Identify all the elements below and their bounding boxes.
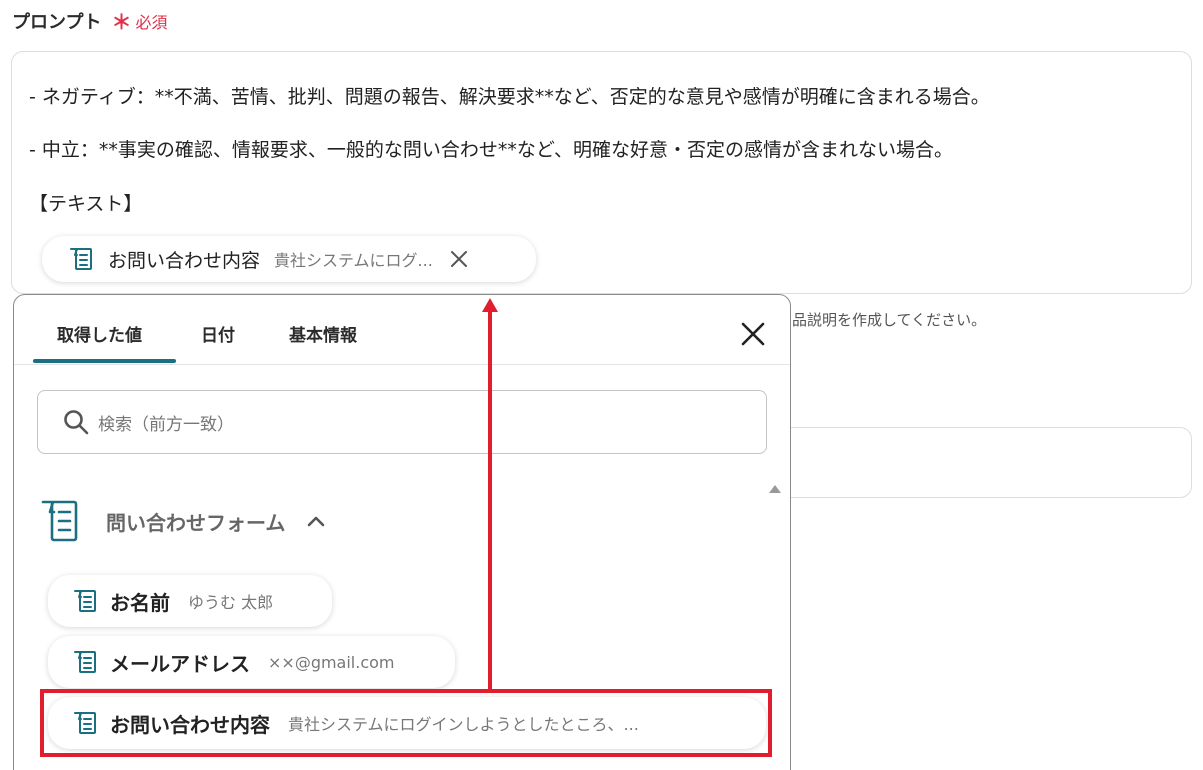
field-hint: 品説明を作成してください。: [792, 311, 987, 329]
chip-title: お問い合わせ内容: [108, 249, 261, 272]
background-input-field[interactable]: [780, 427, 1192, 498]
field-label: プロンプト ＊ 必須: [12, 6, 167, 35]
form-icon: [70, 586, 100, 616]
item-value: ゆうむ 太郎: [188, 593, 274, 612]
prompt-line-text-heading: 【テキスト】: [29, 193, 143, 215]
chip-value: 貴社システムにログ...: [274, 251, 433, 270]
annotation-highlight-box: [40, 689, 772, 757]
search-icon: [62, 408, 90, 436]
scroll-up-arrow[interactable]: [769, 485, 781, 493]
annotation-arrow-shaft: [488, 310, 492, 690]
required-asterisk: ＊: [111, 10, 132, 34]
list-item-email[interactable]: メールアドレス ××@gmail.com: [48, 636, 455, 688]
search-placeholder: 検索（前方一致）: [98, 414, 234, 435]
prompt-line-negative: - ネガティブ：**不満、苦情、批判、問題の報告、解決要求**など、否定的な意見…: [29, 86, 990, 108]
search-input[interactable]: 検索（前方一致）: [37, 390, 767, 454]
field-label-text: プロンプト: [12, 11, 102, 33]
prompt-line-neutral: - 中立：**事実の確認、情報要求、一般的な問い合わせ**など、明確な好意・否定…: [29, 139, 953, 161]
item-value: ××@gmail.com: [268, 652, 395, 672]
remove-chip-icon[interactable]: [449, 249, 469, 269]
tab-date[interactable]: 日付: [201, 321, 235, 346]
picker-tabs: 取得した値 日付 基本情報: [14, 295, 790, 365]
group-title: 問い合わせフォーム: [106, 510, 286, 535]
form-large-icon: [40, 498, 80, 544]
form-icon: [66, 244, 96, 274]
item-title: お名前: [110, 590, 170, 615]
required-label: 必須: [135, 12, 168, 32]
list-item-name[interactable]: お名前 ゆうむ 太郎: [48, 575, 332, 627]
inserted-variable-chip[interactable]: お問い合わせ内容 貴社システムにログ...: [42, 236, 536, 282]
annotation-arrow-head: [482, 298, 498, 312]
form-icon: [70, 647, 100, 677]
close-icon[interactable]: [738, 319, 768, 349]
active-tab-indicator: [33, 359, 176, 363]
tab-acquired-values[interactable]: 取得した値: [57, 321, 142, 346]
item-title: メールアドレス: [110, 651, 250, 676]
group-header[interactable]: 問い合わせフォーム: [40, 498, 327, 544]
tab-basic-info[interactable]: 基本情報: [289, 321, 357, 346]
chevron-up-icon[interactable]: [305, 510, 327, 532]
